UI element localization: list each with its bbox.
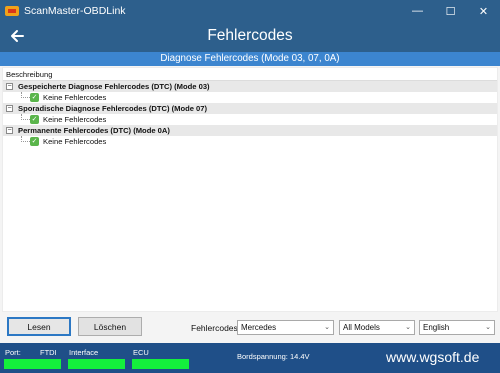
model-select[interactable]: All Models ⌄: [339, 320, 415, 335]
window-titlebar: ScanMaster-OBDLink — ☐ ✕: [0, 0, 500, 22]
port-status-indicator: [4, 359, 61, 369]
tree-group-label: Sporadische Diagnose Fehlercodes (DTC) (…: [18, 104, 208, 113]
tree-item-label: Keine Fehlercodes: [43, 93, 107, 102]
collapse-icon[interactable]: −: [6, 83, 13, 90]
page-subtitle: Diagnose Fehlercodes (Mode 03, 07, 0A): [0, 52, 500, 66]
tree-connector: [21, 92, 30, 98]
minimize-button[interactable]: —: [401, 0, 434, 22]
chevron-down-icon: ⌄: [485, 324, 491, 331]
voltage-readout: Bordspannung: 14.4V: [237, 352, 310, 361]
tree-group-label: Gespeicherte Diagnose Fehlercodes (DTC) …: [18, 82, 210, 91]
collapse-icon[interactable]: −: [6, 105, 13, 112]
page-title: Fehlercodes: [207, 27, 293, 44]
ok-status-icon: ✓: [30, 137, 39, 146]
tree-connector: [21, 114, 30, 120]
ok-status-icon: ✓: [30, 93, 39, 102]
tree-connector: [21, 136, 30, 142]
website-link[interactable]: www.wgsoft.de: [386, 349, 479, 365]
chevron-down-icon: ⌄: [324, 324, 330, 331]
ok-status-icon: ✓: [30, 115, 39, 124]
status-bar: Port: FTDI Interface ECU Bordspannung: 1…: [0, 343, 500, 373]
collapse-icon[interactable]: −: [6, 127, 13, 134]
fehlercodes-label: Fehlercodes: [191, 323, 238, 333]
tree-item[interactable]: ✓ Keine Fehlercodes: [3, 92, 497, 103]
tree-group-mode-03[interactable]: − Gespeicherte Diagnose Fehlercodes (DTC…: [3, 81, 497, 92]
tree-group-mode-0a[interactable]: − Permanente Fehlercodes (DTC) (Mode 0A): [3, 125, 497, 136]
app-logo-icon: [5, 6, 19, 16]
ecu-status-indicator: [132, 359, 189, 369]
tree-item-label: Keine Fehlercodes: [43, 137, 107, 146]
tree-group-mode-07[interactable]: − Sporadische Diagnose Fehlercodes (DTC)…: [3, 103, 497, 114]
tree-group-label: Permanente Fehlercodes (DTC) (Mode 0A): [18, 126, 170, 135]
window-title: ScanMaster-OBDLink: [24, 5, 126, 17]
page-header: Fehlercodes: [0, 22, 500, 52]
maximize-button[interactable]: ☐: [434, 0, 467, 22]
close-button[interactable]: ✕: [467, 0, 500, 22]
model-select-value: All Models: [343, 323, 380, 332]
interface-label: Interface: [69, 348, 99, 357]
tree-item[interactable]: ✓ Keine Fehlercodes: [3, 114, 497, 125]
port-label: Port:: [5, 348, 21, 357]
tree-item-label: Keine Fehlercodes: [43, 115, 107, 124]
ftdi-label: FTDI: [40, 348, 57, 357]
chevron-down-icon: ⌄: [405, 324, 411, 331]
ecu-label: ECU: [133, 348, 149, 357]
make-select-value: Mercedes: [241, 323, 277, 332]
clear-button[interactable]: Löschen: [78, 317, 142, 336]
tree-item[interactable]: ✓ Keine Fehlercodes: [3, 136, 497, 147]
dtc-tree[interactable]: Beschreibung − Gespeicherte Diagnose Feh…: [2, 67, 498, 312]
language-select[interactable]: English ⌄: [419, 320, 495, 335]
language-select-value: English: [423, 323, 450, 332]
interface-status-indicator: [68, 359, 125, 369]
make-select[interactable]: Mercedes ⌄: [237, 320, 334, 335]
read-button[interactable]: Lesen: [7, 317, 71, 336]
column-header-description: Beschreibung: [6, 70, 53, 79]
